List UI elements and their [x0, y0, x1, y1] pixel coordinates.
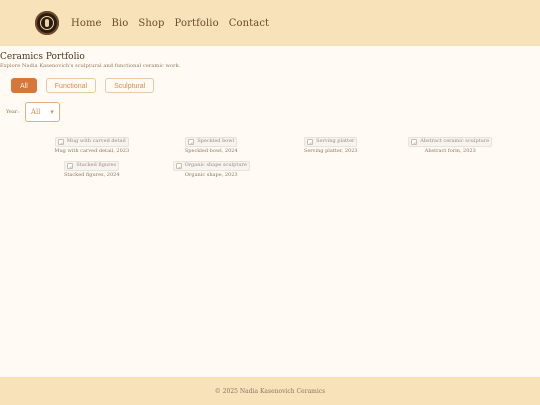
image-alt-text: Speckled bowl — [197, 138, 235, 145]
filter-functional-button[interactable]: Functional — [45, 78, 97, 93]
image-placeholder: Organic shape sculpture — [172, 160, 250, 171]
image-alt-text: Abstract ceramic sculpture — [420, 138, 490, 145]
year-select-value: All — [30, 108, 41, 116]
image-alt-text: Serving platter — [316, 138, 355, 145]
main-nav: Home Bio Shop Portfolio Contact — [71, 18, 269, 29]
item-caption: Serving platter, 2023 — [303, 148, 358, 154]
portfolio-item[interactable]: Stacked figures Stacked figures, 2024 — [42, 160, 142, 179]
item-caption: Speckled bowl, 2024 — [184, 148, 238, 154]
site-footer: © 2025 Nadia Kasenovich Ceramics — [0, 377, 540, 405]
filter-all-button[interactable]: All — [11, 78, 37, 93]
broken-image-icon — [188, 139, 195, 145]
image-placeholder: Stacked figures — [64, 160, 120, 171]
nav-home-link[interactable]: Home — [71, 18, 102, 29]
portfolio-item[interactable]: Organic shape sculpture Organic shape, 2… — [162, 160, 262, 179]
filter-sculptural-button[interactable]: Sculptural — [105, 78, 155, 93]
logo-icon[interactable] — [35, 11, 59, 35]
item-caption: Organic shape, 2023 — [184, 171, 238, 178]
page-title: Ceramics Portfolio — [0, 52, 85, 62]
broken-image-icon — [175, 162, 182, 169]
item-caption: Mug with carved detail, 2023 — [54, 148, 130, 154]
portfolio-item[interactable]: Abstract ceramic sculpture Abstract form… — [401, 137, 501, 155]
top-navigation-bar: Home Bio Shop Portfolio Contact — [0, 0, 540, 46]
portfolio-item[interactable]: Mug with carved detail Mug with carved d… — [42, 137, 142, 155]
broken-image-icon — [411, 139, 418, 145]
image-alt-text: Stacked figures — [76, 161, 117, 168]
nav-shop-link[interactable]: Shop — [138, 18, 164, 29]
year-filter: Year: All ▾ — [0, 102, 540, 122]
image-placeholder: Speckled bowl — [185, 137, 238, 147]
nav-bio-link[interactable]: Bio — [112, 18, 129, 29]
category-filters: All Functional Sculptural — [0, 78, 540, 93]
image-placeholder: Abstract ceramic sculpture — [408, 137, 493, 147]
footer-text: © 2025 Nadia Kasenovich Ceramics — [214, 387, 326, 395]
page-subtitle: Explore Nadia Kasenovich's sculptural an… — [0, 63, 181, 69]
image-placeholder: Serving platter — [304, 137, 358, 147]
image-alt-text: Organic shape sculpture — [184, 161, 247, 168]
chevron-down-icon: ▾ — [50, 108, 54, 116]
broken-image-icon — [307, 139, 314, 145]
broken-image-icon — [57, 139, 64, 145]
item-caption: Abstract form, 2023 — [424, 148, 476, 154]
item-caption: Stacked figures, 2024 — [63, 171, 120, 178]
year-label: Year: — [6, 109, 19, 115]
broken-image-icon — [67, 162, 74, 169]
nav-contact-link[interactable]: Contact — [229, 18, 269, 29]
year-select[interactable]: All ▾ — [24, 102, 60, 122]
nav-portfolio-link[interactable]: Portfolio — [175, 18, 219, 29]
main-content: Ceramics Portfolio Explore Nadia Kasenov… — [0, 46, 540, 178]
image-placeholder: Mug with carved detail — [54, 137, 129, 147]
portfolio-item[interactable]: Speckled bowl Speckled bowl, 2024 — [162, 137, 262, 155]
image-alt-text: Mug with carved detail — [66, 138, 126, 145]
portfolio-grid: Mug with carved detail Mug with carved d… — [0, 137, 540, 178]
portfolio-item[interactable]: Serving platter Serving platter, 2023 — [281, 137, 381, 155]
